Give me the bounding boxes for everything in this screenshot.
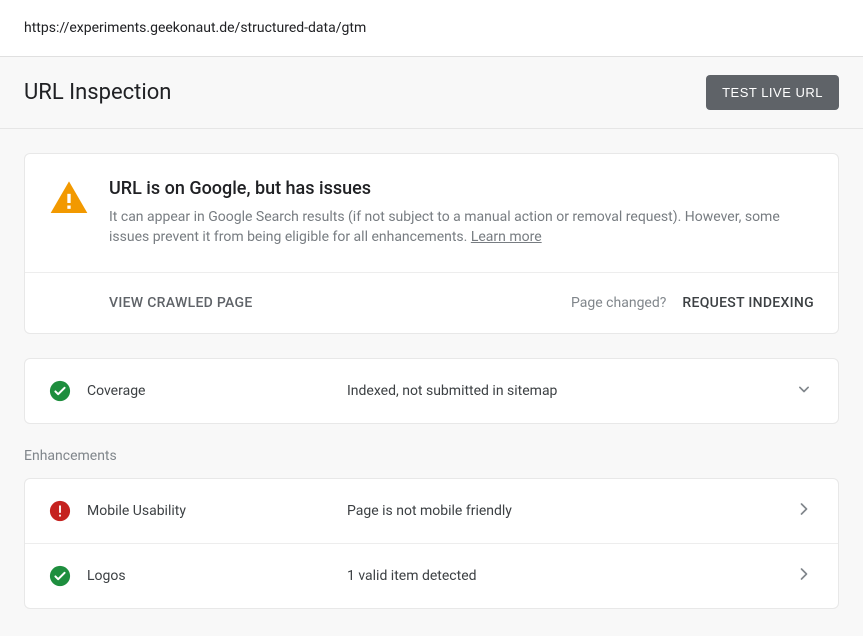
summary-heading: URL is on Google, but has issues [109, 178, 814, 199]
summary-card-top: URL is on Google, but has issues It can … [25, 154, 838, 273]
page-changed-label: Page changed? [571, 295, 666, 311]
enhancement-row-mobile-usability[interactable]: Mobile Usability Page is not mobile frie… [25, 479, 838, 543]
page-title: URL Inspection [24, 80, 171, 105]
summary-text: URL is on Google, but has issues It can … [109, 178, 814, 248]
inspected-url: https://experiments.geekonaut.de/structu… [24, 20, 366, 36]
enhancement-value: 1 valid item detected [347, 568, 794, 584]
warning-icon [49, 178, 89, 218]
coverage-value: Indexed, not submitted in sitemap [347, 383, 794, 399]
view-crawled-page-button[interactable]: VIEW CRAWLED PAGE [109, 295, 253, 311]
coverage-card: Coverage Indexed, not submitted in sitem… [24, 358, 839, 424]
coverage-label: Coverage [87, 383, 347, 399]
enhancement-row-logos[interactable]: Logos 1 valid item detected [25, 543, 838, 608]
chevron-down-icon [794, 379, 814, 403]
main-content: URL is on Google, but has issues It can … [0, 129, 863, 633]
check-circle-icon [49, 565, 71, 587]
test-live-url-button[interactable]: TEST LIVE URL [706, 75, 839, 110]
chevron-right-icon [794, 564, 814, 588]
enhancement-label: Mobile Usability [87, 503, 347, 519]
summary-card: URL is on Google, but has issues It can … [24, 153, 839, 334]
learn-more-link[interactable]: Learn more [471, 229, 542, 245]
summary-description: It can appear in Google Search results (… [109, 209, 780, 245]
header-row: URL Inspection TEST LIVE URL [0, 57, 863, 129]
enhancement-label: Logos [87, 568, 347, 584]
url-bar: https://experiments.geekonaut.de/structu… [0, 0, 863, 57]
chevron-right-icon [794, 499, 814, 523]
error-circle-icon [49, 500, 71, 522]
check-circle-icon [49, 380, 71, 402]
enhancement-value: Page is not mobile friendly [347, 503, 794, 519]
enhancements-section-label: Enhancements [24, 448, 839, 464]
coverage-row[interactable]: Coverage Indexed, not submitted in sitem… [25, 359, 838, 423]
request-indexing-button[interactable]: REQUEST INDEXING [682, 295, 814, 311]
enhancements-card: Mobile Usability Page is not mobile frie… [24, 478, 839, 609]
summary-card-bottom: VIEW CRAWLED PAGE Page changed? REQUEST … [25, 273, 838, 333]
